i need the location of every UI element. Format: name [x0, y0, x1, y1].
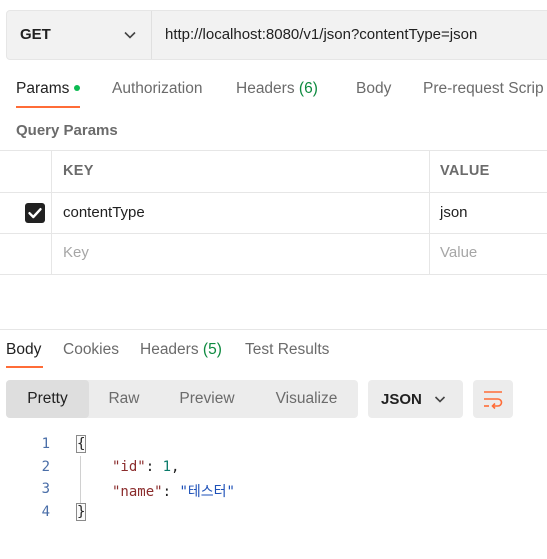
- json-comma: ,: [171, 459, 180, 475]
- tab-headers[interactable]: Headers (6): [236, 80, 318, 98]
- json-line-id: "id": 1,: [112, 459, 179, 475]
- wrap-lines-button[interactable]: [473, 380, 513, 418]
- response-tab-test-results[interactable]: Test Results: [245, 341, 329, 359]
- response-tab-headers-label: Headers: [140, 341, 199, 358]
- response-tab-cookies-label: Cookies: [63, 341, 119, 358]
- query-params-title: Query Params: [16, 122, 118, 139]
- view-mode-group: Pretty Raw Preview Visualize: [6, 380, 358, 418]
- column-header-key: KEY: [63, 163, 94, 179]
- json-key-id: "id": [112, 459, 146, 475]
- close-brace[interactable]: }: [76, 503, 86, 521]
- open-brace[interactable]: {: [76, 435, 86, 453]
- json-value-name: "테스터": [179, 484, 235, 500]
- active-response-tab-indicator: [6, 366, 43, 368]
- tab-pre-request-script[interactable]: Pre-request Scrip: [423, 80, 544, 98]
- chevron-down-icon: [434, 396, 446, 403]
- json-value-id: 1: [162, 459, 172, 475]
- line-number: 4: [41, 504, 50, 520]
- response-tab-test-results-label: Test Results: [245, 341, 330, 358]
- response-divider[interactable]: [0, 329, 547, 330]
- response-tab-cookies[interactable]: Cookies: [63, 341, 119, 359]
- url-input[interactable]: http://localhost:8080/v1/json?contentTyp…: [165, 26, 477, 43]
- tab-body[interactable]: Body: [356, 80, 391, 98]
- table-divider: [0, 192, 547, 193]
- chevron-down-icon: [124, 31, 136, 39]
- request-url-bar: GET http://localhost:8080/v1/json?conten…: [6, 10, 547, 60]
- tab-authorization-label: Authorization: [112, 80, 203, 97]
- active-tab-indicator: [16, 106, 80, 108]
- table-divider: [0, 233, 547, 234]
- indent-guide: [80, 456, 81, 506]
- tab-pre-request-label: Pre-request Scrip: [423, 80, 544, 97]
- json-colon: :: [162, 484, 180, 500]
- tab-body-label: Body: [356, 80, 392, 97]
- new-param-value-input[interactable]: Value: [440, 244, 477, 261]
- json-line-name: "name": "테스터": [112, 481, 235, 501]
- table-divider: [0, 274, 547, 275]
- tab-headers-count: (6): [298, 80, 318, 97]
- column-divider: [51, 150, 52, 274]
- response-tab-body-label: Body: [6, 341, 42, 358]
- json-key-name: "name": [112, 484, 163, 500]
- response-tab-headers[interactable]: Headers (5): [140, 341, 222, 359]
- tab-params-label: Params: [16, 80, 70, 97]
- response-tab-headers-count: (5): [202, 341, 222, 358]
- view-visualize-button[interactable]: Visualize: [255, 380, 358, 418]
- line-number: 2: [41, 459, 50, 475]
- response-format-label: JSON: [381, 391, 422, 408]
- param-enabled-checkbox[interactable]: [25, 203, 45, 223]
- check-icon: [28, 208, 42, 219]
- tab-params[interactable]: Params: [16, 80, 81, 98]
- new-param-key-input[interactable]: Key: [63, 244, 89, 261]
- line-number: 3: [41, 481, 50, 497]
- view-raw-button[interactable]: Raw: [89, 380, 159, 418]
- params-active-dot: [74, 85, 81, 91]
- table-divider: [0, 150, 547, 151]
- line-number: 1: [41, 436, 50, 452]
- param-key-cell[interactable]: contentType: [63, 204, 145, 221]
- column-divider: [429, 150, 430, 274]
- method-label: GET: [20, 26, 51, 43]
- view-preview-button[interactable]: Preview: [159, 380, 255, 418]
- json-colon: :: [145, 459, 163, 475]
- response-tab-body[interactable]: Body: [6, 341, 41, 359]
- tab-authorization[interactable]: Authorization: [112, 80, 202, 98]
- column-header-value: VALUE: [440, 163, 490, 179]
- response-format-select[interactable]: JSON: [368, 380, 463, 418]
- tab-headers-label: Headers: [236, 80, 295, 97]
- method-select[interactable]: GET: [7, 11, 152, 59]
- wrap-lines-icon: [484, 391, 503, 410]
- param-value-cell[interactable]: json: [440, 204, 468, 221]
- view-pretty-button[interactable]: Pretty: [6, 380, 89, 418]
